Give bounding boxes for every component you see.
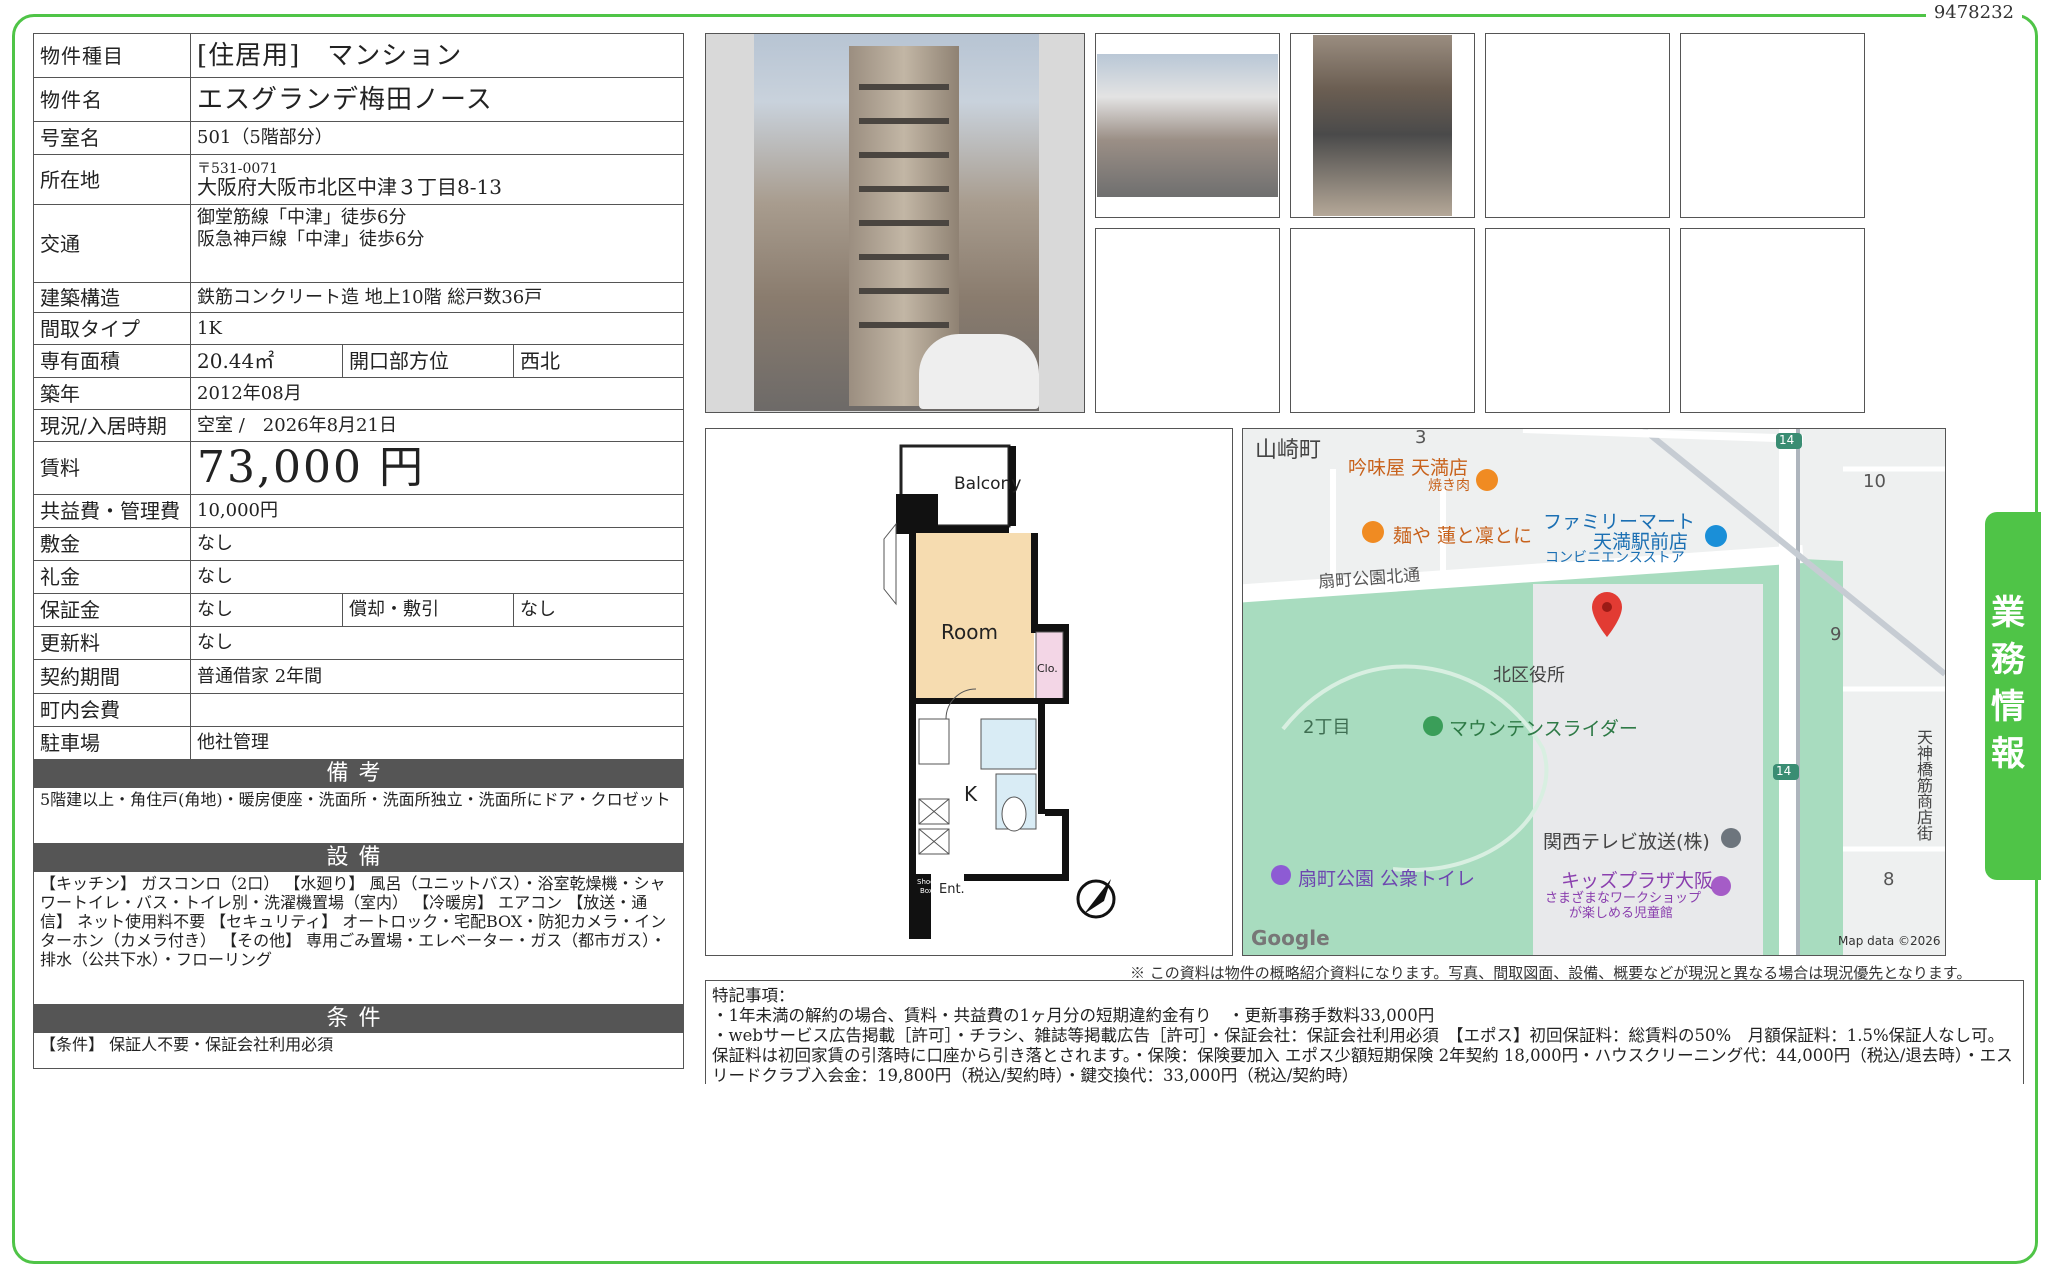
conditions-title: 条件 [33, 1004, 684, 1033]
guarantee-value: なし [190, 593, 343, 627]
special-notes-title: 特記事項： [712, 986, 795, 1005]
transport-line-2: 阪急神戸線「中津」徒歩6分 [197, 229, 425, 250]
document-id: 9478232 [1925, 2, 2022, 23]
structure-value: 鉄筋コンクリート造 地上10階 総戸数36戸 [190, 282, 684, 313]
fee-label: 共益費・管理費 [33, 494, 191, 528]
parking-value: 他社管理 [190, 726, 684, 760]
shoes-box-label-1: Shoes [917, 878, 938, 886]
conditions-text: 【条件】 保証人不要・保証会社利用必須 [33, 1032, 684, 1069]
room-value: 501（5階部分） [190, 121, 684, 155]
kitchen-label: K [964, 782, 978, 806]
remarks-title: 備考 [33, 759, 684, 788]
map-label-mountain-slider: マウンテンスライダー [1449, 718, 1638, 740]
transport-label: 交通 [33, 204, 191, 283]
floor-plan-drawing: Balcony Room Clo. K Shoes Box Ent. [883, 444, 1116, 939]
map-label-kitaku: 北区役所 [1493, 665, 1565, 686]
room-label: 号室名 [33, 121, 191, 155]
closet-label: Clo. [1037, 662, 1058, 675]
map-route-14-top: 14 [1779, 433, 1795, 447]
shoes-box-label-2: Box [920, 887, 933, 895]
map-label-toilet: 扇町公園 公衆トイレ [1298, 868, 1476, 890]
empty-photo-slot [1485, 33, 1670, 218]
special-notes-line-1: ・1年未満の解約の場合、賃料・共益費の1ヶ月分の短期違約金有り ・更新事務手数料… [712, 1006, 1435, 1025]
renewal-value: なし [190, 626, 684, 660]
map-label-convenience: コンビニエンスストア [1545, 550, 1685, 566]
area-value: 20.44㎡ [190, 344, 343, 378]
type-label: 物件種目 [33, 33, 191, 78]
map-label-kantele: 関西テレビ放送(株) [1543, 831, 1710, 853]
map-label-10: 10 [1863, 471, 1886, 492]
map-label-3: 3 [1415, 428, 1427, 448]
amortization-label: 償却・敷引 [342, 593, 514, 627]
map-label-yakiniku: 焼き肉 [1428, 478, 1470, 494]
community-fee-value [190, 693, 684, 727]
deposit-value: なし [190, 527, 684, 561]
map-label-tenjin: 天神橋筋商店街 [1914, 729, 1933, 841]
status-label: 現況/入居時期 [33, 409, 191, 442]
transport-line-1: 御堂筋線「中津」徒歩6分 [197, 207, 407, 228]
key-money-value: なし [190, 560, 684, 594]
postal-code: 〒531-0071 [197, 160, 279, 177]
name-label: 物件名 [33, 77, 191, 122]
map-label-menya: 麺や 蓮と凜とに [1393, 525, 1533, 547]
business-info-tab-label: 業務情報 [1991, 593, 2025, 774]
map-label-2chome: 2丁目 [1303, 717, 1351, 738]
key-money-label: 礼金 [33, 560, 191, 594]
empty-photo-slot [1485, 228, 1670, 413]
direction-value: 西北 [513, 344, 684, 378]
address-label: 所在地 [33, 154, 191, 205]
equipment-text: 【キッチン】 ガスコンロ（2口） 【水廻り】 風呂（ユニットバス）・浴室乾燥機・… [33, 871, 684, 1005]
built-value: 2012年08月 [190, 377, 684, 410]
name-value: エスグランデ梅田ノース [190, 77, 684, 122]
layout-label: 間取タイプ [33, 312, 191, 345]
rent-value: 73,000 円 [190, 441, 684, 495]
area-label: 専有面積 [33, 344, 191, 378]
building-exterior-photo[interactable] [705, 33, 1085, 413]
renewal-label: 更新料 [33, 626, 191, 660]
community-fee-label: 町内会費 [33, 693, 191, 727]
floor-plan[interactable]: Balcony Room Clo. K Shoes Box Ent. [705, 428, 1233, 956]
built-label: 築年 [33, 377, 191, 410]
layout-value: 1K [190, 312, 684, 345]
address-value: 大阪府大阪市北区中津３丁目8-13 [197, 174, 502, 199]
map-data-credit: Map data ©2026 [1838, 934, 1941, 948]
status-value: 空室 / 2026年8月21日 [190, 409, 684, 442]
type-value: [住居用] マンション [190, 33, 684, 78]
special-notes-line-2: ・webサービス広告掲載［許可］・チラシ、雑誌等掲載広告［許可］・保証会社：保証… [712, 1026, 2013, 1084]
remarks-text: 5階建以上・角住戸(角地)・暖房便座・洗面所・洗面所独立・洗面所にドア・クロゼッ… [33, 787, 684, 844]
parking-label: 駐車場 [33, 726, 191, 760]
room-label: Room [941, 620, 998, 644]
map-label-9: 9 [1830, 624, 1842, 645]
equipment-title: 設備 [33, 843, 684, 872]
map-label-yamazaki: 山崎町 [1255, 438, 1322, 463]
map-label-kids-plaza-3: が楽しめる児童館 [1569, 906, 1674, 921]
empty-photo-slot [1680, 33, 1865, 218]
special-notes: 特記事項： ・1年未満の解約の場合、賃料・共益費の1ヶ月分の短期違約金有り ・更… [705, 980, 2024, 1084]
amortization-value: なし [513, 593, 684, 627]
contract-value: 普通借家 2年間 [190, 659, 684, 694]
direction-label: 開口部方位 [342, 344, 514, 378]
deposit-label: 敷金 [33, 527, 191, 561]
empty-photo-slot [1095, 228, 1280, 413]
contract-label: 契約期間 [33, 659, 191, 694]
property-info-table: 物件種目 [住居用] マンション 物件名 エスグランデ梅田ノース 号室名 501… [33, 33, 684, 1069]
map-label-8: 8 [1883, 869, 1895, 890]
fee-value: 10,000円 [190, 494, 684, 528]
balcony-label: Balcony [954, 474, 1021, 494]
structure-label: 建築構造 [33, 282, 191, 313]
entrance-label: Ent. [939, 882, 965, 897]
empty-photo-slot [1290, 228, 1475, 413]
guarantee-label: 保証金 [33, 593, 191, 627]
empty-photo-slot [1680, 228, 1865, 413]
business-info-tab[interactable]: 業務情報 [1985, 512, 2041, 880]
location-map[interactable]: 山崎町 3 吟味屋 天満店 焼き肉 麺や 蓮と凜とに ファミリーマート 天満駅前… [1242, 428, 1946, 956]
entrance-photo-thumbnail[interactable] [1290, 33, 1475, 218]
rent-label: 賃料 [33, 441, 191, 495]
google-logo: Google [1251, 926, 1330, 950]
parking-photo-thumbnail[interactable] [1095, 33, 1280, 218]
map-route-14-bottom: 14 [1776, 764, 1792, 778]
